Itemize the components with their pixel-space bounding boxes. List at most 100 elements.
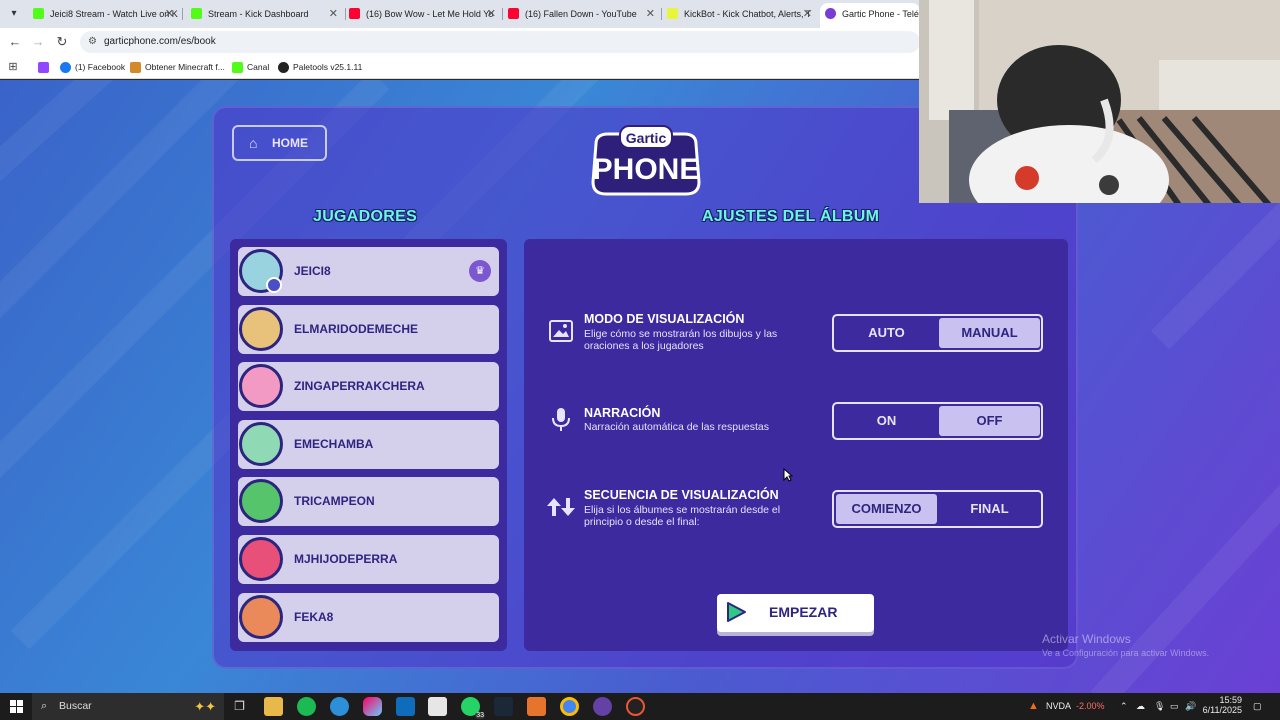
apps-grid-icon[interactable]: ⊞ (4, 58, 22, 76)
discord-icon[interactable] (593, 697, 612, 716)
edge-icon[interactable] (330, 697, 349, 716)
svg-text:PHONE: PHONE (593, 153, 700, 186)
home-icon: ⌂ (249, 135, 258, 151)
start-button[interactable]: EMPEZAR (717, 594, 874, 632)
player-avatar (239, 537, 283, 581)
tab-label: Jeici8 Stream - Watch Live on K (50, 9, 178, 19)
tab-label: (16) Bow Wow - Let Me Hold Yo (366, 9, 494, 19)
svg-text:Gartic: Gartic (626, 130, 667, 146)
sequence-end-option[interactable]: FINAL (939, 494, 1040, 524)
cloud-icon[interactable]: ☁ (1136, 693, 1145, 720)
chrome-icon[interactable] (560, 697, 579, 716)
twitch-icon (38, 62, 49, 73)
view-mode-auto-option[interactable]: AUTO (836, 318, 937, 348)
player-card: EMECHAMBA (238, 420, 499, 469)
app-icon[interactable] (527, 697, 546, 716)
browser-tab[interactable]: (16) Fallen Down - YouTube ✕ (503, 3, 661, 28)
copilot-icon[interactable] (363, 697, 382, 716)
network-icon[interactable]: ▭ (1170, 693, 1179, 720)
browser-tab[interactable]: (16) Bow Wow - Let Me Hold Yo ✕ (344, 3, 502, 28)
back-arrow-icon[interactable]: ← (6, 33, 24, 51)
stock-name[interactable]: NVDA (1046, 693, 1071, 720)
mic-tray-icon[interactable]: 🎙 (1154, 693, 1165, 720)
mouse-cursor-icon (783, 468, 793, 482)
crown-icon: ♛ (469, 260, 491, 282)
player-avatar (239, 364, 283, 408)
gartic-phone-logo: Gartic PHONE (591, 125, 701, 196)
tab-label: Stream - Kick Dashboard (208, 9, 309, 19)
players-title: JUGADORES (313, 208, 418, 225)
browser-tab[interactable]: Stream - Kick Dashboard ✕ (186, 3, 344, 28)
sort-arrows-icon (546, 496, 576, 522)
outlook-icon[interactable] (396, 697, 415, 716)
home-button[interactable]: ⌂ HOME (232, 125, 327, 161)
close-tab-icon[interactable]: ✕ (329, 3, 338, 25)
file-explorer-icon[interactable] (264, 697, 283, 716)
player-card: MJHIJODEPERRA (238, 535, 499, 584)
setting-title: SECUENCIA DE VISUALIZACIÓN (584, 488, 779, 502)
tray-chevron-icon[interactable]: ⌃ (1120, 693, 1128, 720)
setting-description: Elige cómo se mostrarán los dibujos y la… (584, 328, 778, 352)
notification-icon[interactable]: ▢ (1253, 693, 1262, 720)
close-tab-icon[interactable]: ✕ (165, 3, 174, 25)
play-icon (727, 602, 746, 622)
search-placeholder: Buscar (59, 700, 92, 712)
kick-icon (232, 62, 243, 73)
webcam-overlay (919, 0, 1280, 203)
player-avatar (239, 307, 283, 351)
steam-icon[interactable] (494, 697, 513, 716)
tab-label: Gartic Phone - Teléfo (842, 9, 920, 19)
sequence-start-option[interactable]: COMIENZO (836, 494, 937, 524)
clock-time: 15:59 (1219, 695, 1242, 705)
clock-date: 6/11/2025 (1202, 705, 1242, 715)
browser-tab[interactable]: Jeici8 Stream - Watch Live on K ✕ (28, 3, 180, 28)
site-settings-icon[interactable]: ⚙ (88, 31, 97, 53)
player-avatar (239, 595, 283, 639)
browser-tab-active[interactable]: Gartic Phone - Teléfo (820, 3, 920, 28)
obs-icon[interactable] (626, 697, 645, 716)
clock[interactable]: 15:59 6/11/2025 (1200, 695, 1242, 715)
windows-taskbar: ⌕ Buscar ✦✦ ❐ 33 ▲ NVDA -2.00% ⌃ ☁ 🎙 ▭ 🔊… (0, 693, 1280, 720)
view-mode-manual-option[interactable]: MANUAL (939, 318, 1040, 348)
browser-tab[interactable]: KickBot - Kick Chatbot, Alerts, T ✕ (662, 3, 818, 28)
url-text: garticphone.com/es/book (104, 36, 216, 47)
windows-start-icon[interactable] (7, 697, 26, 716)
url-field[interactable]: ⚙ garticphone.com/es/book (80, 31, 920, 53)
close-tab-icon[interactable]: ✕ (487, 3, 496, 25)
close-tab-icon[interactable]: ✕ (803, 3, 812, 25)
tab-label: KickBot - Kick Chatbot, Alerts, T (684, 9, 812, 19)
activate-windows-title: Activar Windows (1042, 632, 1131, 646)
bookmark-label: Paletools v25.1.11 (293, 62, 363, 72)
whatsapp-badge: 33 (475, 712, 485, 719)
user-badge-icon (266, 277, 282, 293)
reload-icon[interactable]: ↻ (53, 33, 71, 51)
setting-title: MODO DE VISUALIZACIÓN (584, 312, 745, 326)
narration-off-option[interactable]: OFF (939, 406, 1040, 436)
bookmark-minecraft[interactable]: Obtener Minecraft f... (130, 59, 225, 75)
player-name: ELMARIDODEMECHE (294, 322, 419, 336)
webcam-feed (919, 0, 1280, 203)
tab-search-dropdown-icon[interactable]: ▾ (4, 4, 24, 24)
task-view-icon[interactable]: ❐ (230, 697, 249, 716)
bookmark-canal[interactable]: Canal (232, 59, 269, 75)
whatsapp-icon[interactable]: 33 (461, 697, 485, 719)
bookmark-paletools[interactable]: Paletools v25.1.11 (278, 59, 362, 75)
player-avatar (239, 479, 283, 523)
bookmark-facebook[interactable]: (1) Facebook (60, 59, 125, 75)
view-mode-toggle: AUTO MANUAL (832, 314, 1043, 352)
player-card: FEKA8 (238, 593, 499, 642)
copilot-sparkle-icon: ✦✦ (194, 699, 216, 714)
volume-icon[interactable]: 🔊 (1185, 693, 1196, 720)
spotify-icon[interactable] (297, 697, 316, 716)
player-card: ELMARIDODEMECHE (238, 305, 499, 354)
kick-favicon-icon (33, 8, 44, 19)
player-name: ZINGAPERRAKCHERA (294, 379, 425, 393)
close-tab-icon[interactable]: ✕ (646, 3, 655, 25)
store-icon[interactable] (428, 697, 447, 716)
minecraft-icon (130, 62, 141, 73)
narration-on-option[interactable]: ON (836, 406, 937, 436)
player-name: FEKA8 (294, 610, 334, 624)
taskbar-search[interactable]: ⌕ Buscar ✦✦ (32, 693, 224, 720)
bookmark-twitch[interactable] (38, 59, 53, 75)
forward-arrow-icon[interactable]: → (29, 33, 47, 51)
